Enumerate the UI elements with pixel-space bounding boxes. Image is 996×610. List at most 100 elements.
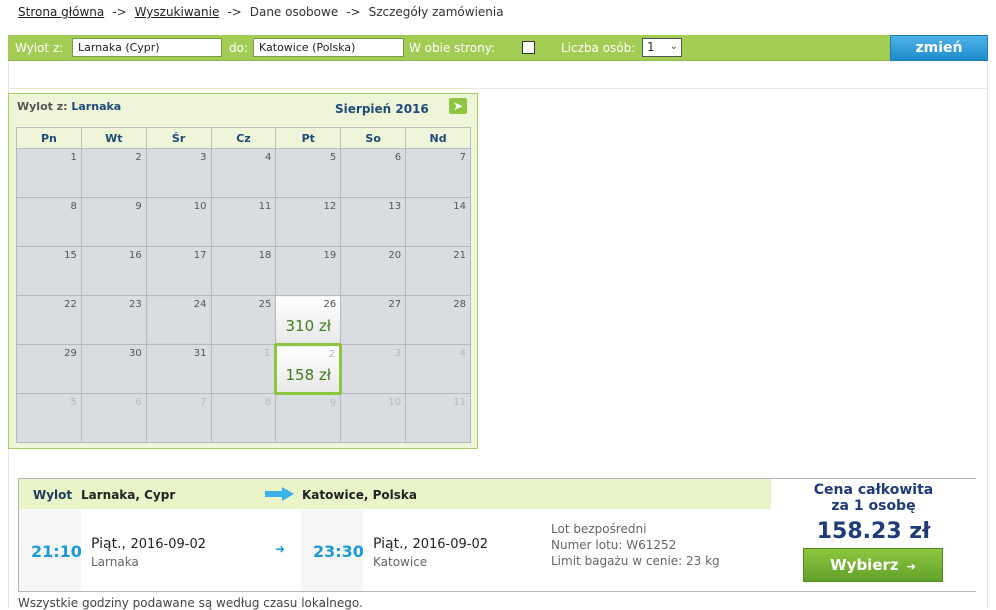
baggage-limit-text: Limit bagażu w cenie: 23 kg [551, 554, 720, 568]
day-price: 310 zł [285, 317, 332, 335]
calendar-from-label: Wylot z: [17, 100, 68, 113]
flight-header: Wylot Larnaka, Cypr Katowice, Polska [19, 479, 771, 509]
calendar-day: 10 [340, 393, 407, 443]
weekday-header: Nd [405, 127, 471, 149]
calendar-day: 28 [405, 295, 471, 345]
calendar-day: 9 [80, 197, 147, 247]
calendar-day: 4 [210, 148, 277, 198]
calendar-month: Sierpień 2016 [335, 102, 429, 116]
calendar-day: 22 [16, 295, 82, 345]
calendar-day: 29 [16, 344, 82, 394]
calendar-day: 19 [275, 246, 342, 296]
calendar-day: 13 [340, 197, 407, 247]
arrival-time: 23:30 [313, 542, 364, 561]
calendar-day: 6 [80, 393, 147, 443]
departure-date-value: 2016-09-02 [130, 537, 207, 552]
calendar-day: 2 [80, 148, 147, 198]
departure-day: Piąt., [91, 536, 126, 552]
calendar-day: 12 [275, 197, 342, 247]
calendar-day: 6 [340, 148, 407, 198]
flight-label: Wylot [33, 488, 73, 502]
flight-calendar: Wylot z: Larnaka Sierpień 2016 ➤ Pn Wt Ś… [8, 93, 478, 449]
calendar-day: 5 [16, 393, 82, 443]
arrival-date-value: 2016-09-02 [412, 537, 489, 552]
calendar-day-number: 2 [328, 349, 336, 360]
weekday-header: Wt [80, 127, 147, 149]
chevron-down-icon: ⌄ [669, 41, 678, 52]
calendar-day: 14 [405, 197, 471, 247]
total-price-label-line1: Cena całkowita [813, 482, 934, 498]
calendar-day: 5 [275, 148, 342, 198]
departure-date: Piąt., 2016-09-02 [91, 536, 206, 552]
roundtrip-checkbox[interactable] [522, 41, 535, 54]
calendar-day-price-selected[interactable]: 2 158 zł [274, 343, 343, 395]
flight-from: Larnaka, Cypr [81, 488, 176, 502]
direct-flight-text: Lot bezpośredni [551, 522, 647, 536]
flight-panel: Wylot Larnaka, Cypr Katowice, Polska 21:… [18, 478, 976, 592]
results-top-frame [8, 61, 988, 89]
breadcrumb-separator: -> [346, 5, 361, 19]
arrival-date: Piąt., 2016-09-02 [373, 536, 488, 552]
calendar-day: 9 [275, 393, 342, 443]
next-month-button[interactable]: ➤ [449, 98, 467, 114]
choose-flight-button[interactable]: Wybierz ➜ [803, 548, 943, 582]
to-label: do: [229, 41, 249, 55]
arrival-day: Piąt., [373, 536, 408, 552]
breadcrumb-separator: -> [227, 5, 242, 19]
from-input[interactable] [72, 38, 222, 57]
calendar-day: 30 [80, 344, 147, 394]
calendar-day: 7 [405, 148, 471, 198]
calendar-day: 24 [145, 295, 212, 345]
calendar-day: 16 [80, 246, 147, 296]
calendar-grid: Pn Wt Śr Cz Pt So Nd 1 2 3 4 5 6 7 8 9 1… [16, 127, 471, 443]
weekday-header: Pn [16, 127, 82, 149]
passengers-select[interactable]: 1 ⌄ [642, 38, 682, 57]
passengers-value: 1 [647, 40, 655, 54]
search-bar: Wylot z: do: W obie strony: Liczba osób:… [8, 35, 988, 61]
calendar-from: Wylot z: Larnaka [17, 100, 121, 113]
arrival-city: Katowice [373, 555, 428, 569]
flight-details: 21:10 Piąt., 2016-09-02 Larnaka ➜ 23:30 … [19, 509, 771, 591]
calendar-day: 1 [16, 148, 82, 198]
calendar-day: 21 [405, 246, 471, 296]
calendar-day: 18 [210, 246, 277, 296]
calendar-day: 3 [340, 344, 407, 394]
calendar-day: 20 [340, 246, 407, 296]
calendar-day: 11 [210, 197, 277, 247]
departure-city: Larnaka [91, 555, 139, 569]
calendar-day: 1 [210, 344, 277, 394]
breadcrumb-home-link[interactable]: Strona główna [18, 5, 104, 19]
total-price: 158.23 zł [816, 519, 931, 544]
calendar-day: 17 [145, 246, 212, 296]
to-input[interactable] [253, 38, 404, 57]
calendar-day: 31 [145, 344, 212, 394]
price-box: Cena całkowita za 1 osobę 158.23 zł Wybi… [771, 479, 976, 591]
calendar-day: 4 [405, 344, 471, 394]
arrow-right-icon: ➜ [275, 542, 286, 556]
calendar-day: 7 [145, 393, 212, 443]
arrow-right-icon: ➤ [452, 99, 464, 113]
choose-button-label: Wybierz [830, 556, 899, 574]
weekday-header: Śr [145, 127, 212, 149]
breadcrumb-order-details: Szczegóły zamówienia [368, 5, 504, 19]
calendar-day: 10 [145, 197, 212, 247]
passengers-label: Liczba osób: [561, 41, 636, 55]
breadcrumb-search-link[interactable]: Wyszukiwanie [135, 5, 220, 19]
change-search-button[interactable]: zmień [890, 35, 988, 61]
calendar-day: 8 [16, 197, 82, 247]
breadcrumb-personal-data: Dane osobowe [249, 5, 339, 19]
calendar-day-number: 26 [323, 299, 337, 310]
calendar-day: 11 [405, 393, 471, 443]
calendar-day: 8 [210, 393, 277, 443]
arrow-right-icon [265, 487, 294, 501]
calendar-day: 3 [145, 148, 212, 198]
day-price: 158 zł [285, 366, 332, 384]
calendar-day-price[interactable]: 26 310 zł [275, 295, 342, 345]
total-price-label: Cena całkowita za 1 osobę [771, 482, 976, 514]
breadcrumb: Strona główna -> Wyszukiwanie -> Dane osobow… [18, 5, 504, 19]
calendar-day: 25 [210, 295, 277, 345]
weekday-header: So [340, 127, 407, 149]
from-label: Wylot z: [15, 41, 64, 55]
flight-number-text: Numer lotu: W61252 [551, 538, 677, 552]
flight-to: Katowice, Polska [302, 488, 417, 502]
